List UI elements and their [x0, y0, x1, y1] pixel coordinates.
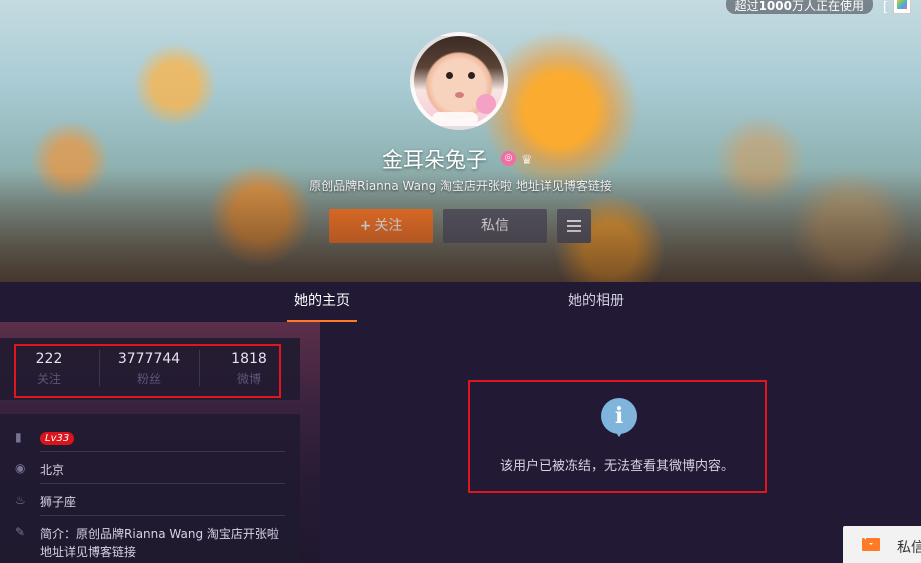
menu-button[interactable] — [557, 209, 591, 243]
notice-highlight-box — [468, 380, 767, 493]
app-logo-icon[interactable] — [893, 0, 911, 14]
mail-icon — [862, 538, 880, 551]
intro-text: 原创品牌Rianna Wang 淘宝店开张啦 — [76, 527, 279, 541]
level-badge[interactable]: Lv33 — [40, 432, 75, 445]
intro-label: 简介： — [40, 527, 77, 541]
corner-bracket: [ — [882, 0, 888, 15]
profile-bio: 原创品牌Rianna Wang 淘宝店开张啦 地址详见博客链接 — [309, 179, 612, 193]
message-button[interactable]: 私信 — [443, 209, 547, 243]
cover-banner: 超过1000万人正在使用 [ 金耳朵兔子 ◎ ♛ 原创品牌Rianna Wang… — [0, 0, 921, 282]
info-card: ▮ Lv33 ◉ 北京 ♨ 狮子座 ✎ 简介：原创品牌Rianna Wang 淘… — [0, 414, 300, 563]
divider — [40, 515, 285, 516]
crown-icon[interactable]: ♛ — [521, 153, 533, 168]
avatar[interactable] — [410, 32, 508, 130]
intro-line2: 地址详见博客链接 — [40, 545, 137, 559]
profile-name: 金耳朵兔子 — [382, 148, 487, 172]
tab-home[interactable]: 她的主页 — [287, 282, 357, 322]
profile-tabs: 她的主页 她的相册 — [0, 282, 921, 322]
divider — [40, 483, 285, 484]
divider — [40, 451, 285, 452]
users-count-badge: 超过1000万人正在使用 — [725, 0, 873, 14]
location-icon: ◉ — [15, 461, 26, 475]
zodiac-text: 狮子座 — [40, 495, 77, 509]
intro-line1: 简介：原创品牌Rianna Wang 淘宝店开张啦 — [40, 525, 279, 542]
follow-button-label: 关注 — [374, 218, 403, 234]
chat-widget[interactable]: 私信 — [843, 526, 921, 563]
message-button-label: 私信 — [481, 218, 509, 234]
bookmark-icon: ▮ — [15, 430, 22, 444]
tab-album[interactable]: 她的相册 — [568, 282, 624, 322]
city-text: 北京 — [40, 463, 65, 477]
follow-button[interactable]: + 关注 — [329, 209, 433, 243]
chat-label: 私信 — [897, 540, 921, 556]
stats-highlight-box — [14, 344, 281, 398]
edit-icon: ✎ — [15, 525, 26, 539]
plus-icon: + — [359, 218, 372, 234]
verified-icon[interactable]: ◎ — [501, 151, 516, 166]
cake-icon: ♨ — [15, 493, 26, 507]
